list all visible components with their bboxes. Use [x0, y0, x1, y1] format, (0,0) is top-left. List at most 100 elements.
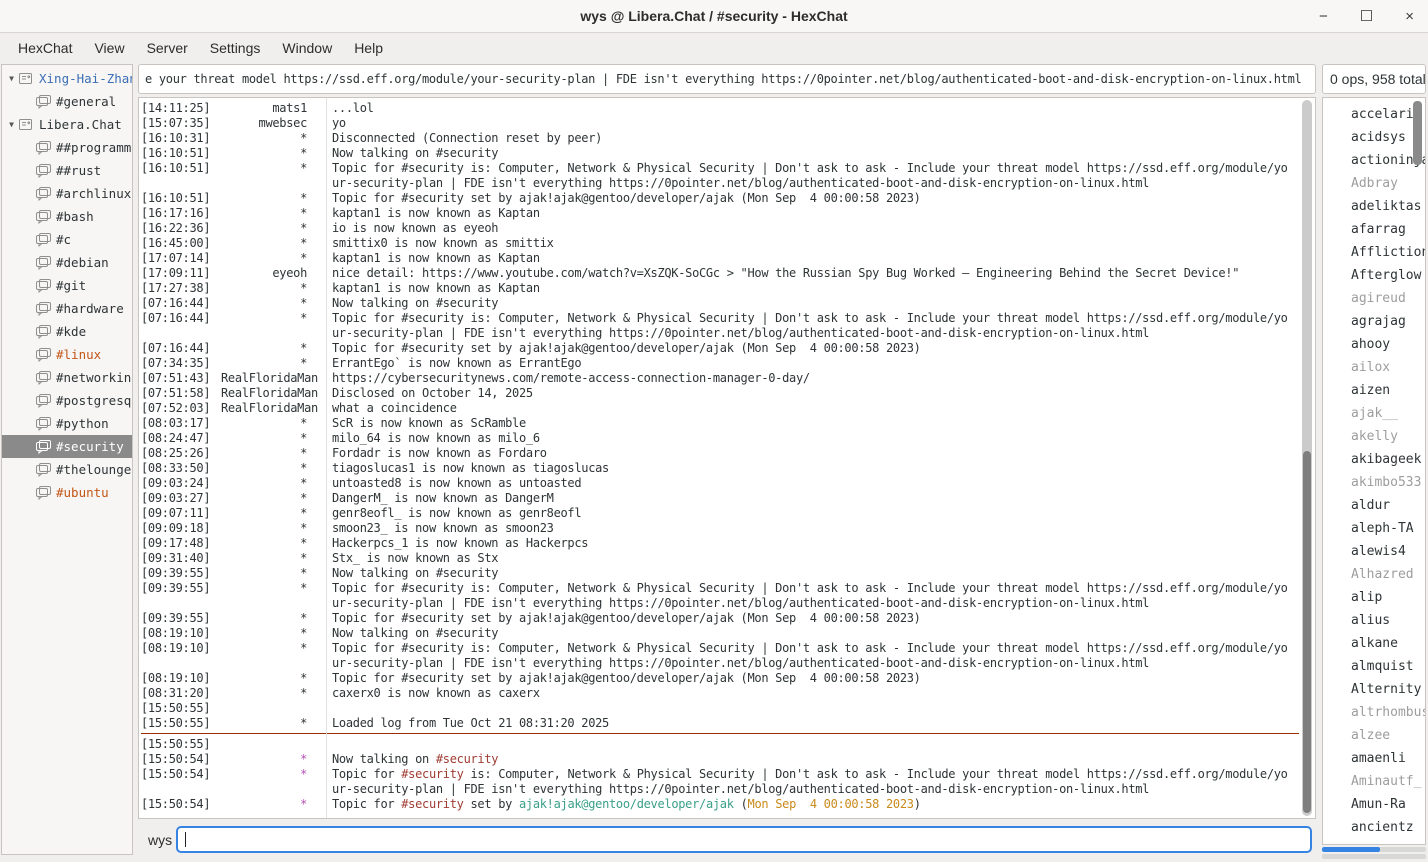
userlist-item[interactable]: adeliktas — [1323, 195, 1425, 218]
tree-item-debian[interactable]: #debian — [2, 251, 132, 274]
tree-item-git[interactable]: #git — [2, 274, 132, 297]
userlist-item[interactable]: alzee — [1323, 724, 1425, 747]
chat-nick: RealFloridaMan — [221, 386, 321, 401]
tree-item-hardware[interactable]: #hardware — [2, 297, 132, 320]
userlist-item[interactable]: ailox — [1323, 356, 1425, 379]
menu-item-window[interactable]: Window — [272, 36, 342, 60]
chat-timestamp: [15:50:54] — [141, 767, 221, 782]
userlist-item[interactable]: alip — [1323, 586, 1425, 609]
chat-nick: * — [221, 671, 321, 686]
tree-item-libera.chat[interactable]: ▼Libera.Chat — [2, 113, 132, 136]
userlist-item[interactable]: alewis4 — [1323, 540, 1425, 563]
chat-message: Disclosed on October 14, 2025 — [321, 386, 533, 401]
maximize-icon[interactable]: ☐ — [1360, 7, 1373, 25]
chat-scrollbar[interactable] — [1302, 100, 1312, 816]
tree-item-xing-hai-zhang[interactable]: ▼Xing-Hai-Zhang — [2, 67, 132, 90]
tree-item-general[interactable]: #general — [2, 90, 132, 113]
tree-item-bash[interactable]: #bash — [2, 205, 132, 228]
chat-message: Now talking on #security — [321, 626, 498, 641]
topic-input[interactable]: e your threat model https://ssd.eff.org/… — [138, 64, 1316, 94]
tree-item-archlinux[interactable]: #archlinux — [2, 182, 132, 205]
tree-item-security[interactable]: #security — [2, 435, 132, 458]
chat-timestamp: [15:50:55] — [141, 737, 221, 752]
tree-item-thelounge[interactable]: #thelounge — [2, 458, 132, 481]
menu-item-settings[interactable]: Settings — [200, 36, 271, 60]
chat-timestamp: [14:11:25] — [141, 101, 221, 116]
chat-line: [09:09:18]*smoon23_ is now known as smoo… — [141, 521, 1299, 536]
chat-nick: * — [221, 221, 321, 236]
chat-timestamp: [09:09:18] — [141, 521, 221, 536]
chat-timestamp: [15:50:54] — [141, 797, 221, 812]
chat-message: ur-security-plan | FDE isn't everything … — [321, 782, 1149, 797]
userlist-item[interactable]: alkane — [1323, 632, 1425, 655]
userlist-item[interactable]: Aminautf_ — [1323, 770, 1425, 793]
userlist-item[interactable]: akelly — [1323, 425, 1425, 448]
userlist-item[interactable]: Alhazred — [1323, 563, 1425, 586]
chat-message: Hackerpcs_1 is now known as Hackerpcs — [321, 536, 588, 551]
chat-line: [15:50:54]*Topic for #security set by aj… — [141, 797, 1299, 812]
userlist-item[interactable]: ajak__ — [1323, 402, 1425, 425]
chat-line: [09:39:55]*Topic for #security is: Compu… — [141, 581, 1299, 596]
chat-line: [16:22:36]*io is now known as eyeoh — [141, 221, 1299, 236]
chat-line: [16:10:51]*Topic for #security is: Compu… — [141, 161, 1299, 176]
userlist-item[interactable]: agrajag — [1323, 310, 1425, 333]
userlist-item[interactable]: agireud — [1323, 287, 1425, 310]
userlist-scrollbar-thumb[interactable] — [1413, 101, 1422, 165]
chat-message: smoon23_ is now known as smoon23 — [321, 521, 554, 536]
userlist-item[interactable]: acidsys — [1323, 126, 1425, 149]
lag-meter — [1322, 847, 1426, 852]
chat-timestamp: [09:07:11] — [141, 506, 221, 521]
menu-item-help[interactable]: Help — [344, 36, 393, 60]
userlist-item[interactable]: Adbray — [1323, 172, 1425, 195]
minimize-icon[interactable]: − — [1319, 8, 1328, 25]
userlist-item[interactable]: amaenli — [1323, 747, 1425, 770]
chat-timestamp: [07:16:44] — [141, 341, 221, 356]
menu-item-server[interactable]: Server — [137, 36, 198, 60]
chat-timestamp: [08:19:10] — [141, 641, 221, 656]
userlist-item[interactable]: aldur — [1323, 494, 1425, 517]
userlist-item[interactable]: aizen — [1323, 379, 1425, 402]
userlist-item[interactable]: aleph-TA — [1323, 517, 1425, 540]
chat-message: io is now known as eyeoh — [321, 221, 498, 236]
userlist-item[interactable]: Afterglow — [1323, 264, 1425, 287]
chat-message: nice detail: https://www.youtube.com/wat… — [321, 266, 1239, 281]
chat-message: milo_64 is now known as milo_6 — [321, 431, 540, 446]
expander-icon[interactable]: ▼ — [5, 74, 18, 83]
chat-scrollbar-thumb[interactable] — [1303, 451, 1311, 813]
userlist-item[interactable]: accelario — [1323, 103, 1425, 126]
close-icon[interactable]: × — [1405, 8, 1414, 25]
chat-line: [17:09:11]eyeohnice detail: https://www.… — [141, 266, 1299, 281]
userlist-item[interactable]: akimbo533 — [1323, 471, 1425, 494]
tree-item-c[interactable]: #c — [2, 228, 132, 251]
expander-icon[interactable]: ▼ — [5, 120, 18, 129]
userlist-item[interactable]: alius — [1323, 609, 1425, 632]
tree-item-label: #thelounge — [56, 462, 131, 477]
userlist-item[interactable]: Affliction — [1323, 241, 1425, 264]
tree-item-python[interactable]: #python — [2, 412, 132, 435]
tree-item-kde[interactable]: #kde — [2, 320, 132, 343]
menu-item-view[interactable]: View — [84, 36, 134, 60]
chat-line: [15:50:54]*Now talking on #security — [141, 752, 1299, 767]
userlist-item[interactable]: Alternity — [1323, 678, 1425, 701]
tree-item-linux[interactable]: #linux — [2, 343, 132, 366]
channel-icon — [35, 186, 56, 201]
tree-item-postgresql[interactable]: #postgresql — [2, 389, 132, 412]
chat-nick: * — [221, 161, 321, 176]
chat-nick: * — [221, 716, 321, 731]
userlist-item[interactable]: Amun-Ra — [1323, 793, 1425, 816]
chat-line: [16:10:31]*Disconnected (Connection rese… — [141, 131, 1299, 146]
message-input[interactable] — [176, 826, 1312, 853]
userlist-item[interactable]: altrhombus — [1323, 701, 1425, 724]
tree-item-networking[interactable]: #networking — [2, 366, 132, 389]
chat-message: ScR is now known as ScRamble — [321, 416, 526, 431]
userlist-item[interactable]: ahooy — [1323, 333, 1425, 356]
userlist-item[interactable]: akibageek — [1323, 448, 1425, 471]
menu-item-hexchat[interactable]: HexChat — [8, 36, 82, 60]
userlist-item[interactable]: afarrag — [1323, 218, 1425, 241]
tree-item-programming[interactable]: ##programming — [2, 136, 132, 159]
userlist-item[interactable]: almquist — [1323, 655, 1425, 678]
userlist-item[interactable]: ancientz — [1323, 816, 1425, 839]
tree-item-rust[interactable]: ##rust — [2, 159, 132, 182]
userlist-item[interactable]: actioninja — [1323, 149, 1425, 172]
tree-item-ubuntu[interactable]: #ubuntu — [2, 481, 132, 504]
